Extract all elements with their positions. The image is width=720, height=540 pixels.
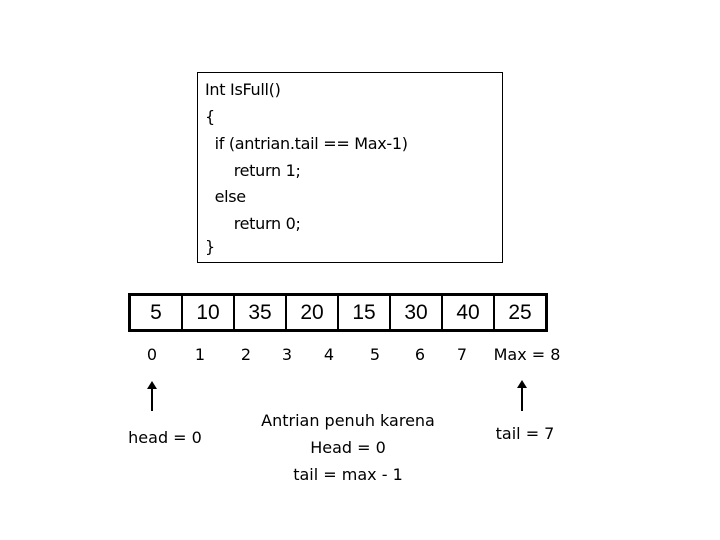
array-cell: 40: [441, 296, 493, 329]
head-label: head = 0: [128, 428, 202, 447]
array-index: 7: [456, 345, 468, 364]
code-line: return 1;: [205, 161, 301, 180]
tail-arrow-icon: [517, 380, 527, 411]
code-line: {: [205, 107, 215, 126]
array-index: 1: [194, 345, 206, 364]
array-index: 0: [146, 345, 158, 364]
array-cell: 10: [181, 296, 233, 329]
queue-array: 5 10 35 20 15 30 40 25: [128, 293, 548, 332]
array-index: 4: [323, 345, 335, 364]
note-line: Head = 0: [310, 438, 386, 457]
array-cell: 5: [150, 300, 162, 324]
array-cell: 25: [493, 296, 545, 329]
note-line: Antrian penuh karena: [261, 411, 435, 430]
array-index: 5: [369, 345, 381, 364]
code-line: else: [205, 187, 247, 206]
array-cell: 20: [285, 296, 337, 329]
code-line: }: [205, 237, 215, 256]
tail-label: tail = 7: [495, 424, 555, 443]
code-line: return 0;: [205, 214, 301, 233]
code-line: if (antrian.tail == Max-1): [205, 134, 408, 153]
array-index: 6: [414, 345, 426, 364]
note-line: tail = max - 1: [293, 465, 403, 484]
head-arrow-icon: [147, 381, 157, 411]
code-box: Int IsFull() { if (antrian.tail == Max-1…: [197, 72, 503, 263]
array-index: 3: [281, 345, 293, 364]
full-queue-note: Antrian penuh karena Head = 0 tail = max…: [261, 407, 435, 488]
max-label: Max = 8: [493, 345, 561, 364]
array-cell: 30: [389, 296, 441, 329]
code-line: Int IsFull(): [205, 80, 281, 99]
array-cell: 35: [233, 296, 285, 329]
array-index: 2: [240, 345, 252, 364]
array-cell: 15: [337, 296, 389, 329]
